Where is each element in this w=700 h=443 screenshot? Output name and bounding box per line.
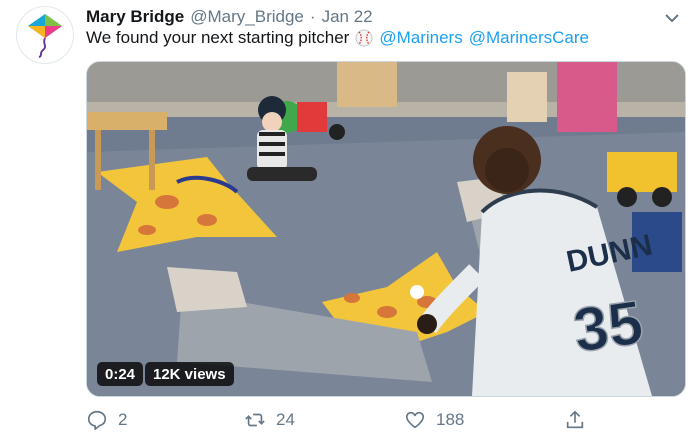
like-button[interactable]: 188 (404, 409, 464, 431)
like-count: 188 (436, 410, 465, 429)
reply-icon (87, 410, 107, 430)
video-player[interactable]: DUNN 35 0:24 12K views (86, 61, 686, 397)
video-frame: DUNN 35 (87, 62, 685, 396)
author-handle[interactable]: @Mary_Bridge (190, 7, 304, 27)
retweet-button[interactable]: 24 (244, 409, 295, 431)
tweet-text: We found your next starting pitcher @Mar… (86, 28, 680, 48)
mention-mariners[interactable]: @Mariners (379, 28, 462, 48)
tweet-header: Mary Bridge @Mary_Bridge · Jan 22 (86, 6, 688, 28)
reply-count: 2 (118, 410, 128, 429)
video-duration: 0:24 (97, 362, 144, 386)
mention-marinerscare[interactable]: @MarinersCare (469, 28, 589, 48)
retweet-count: 24 (276, 410, 295, 429)
video-views: 12K views (145, 362, 234, 386)
baseball-icon (355, 29, 373, 47)
header-separator: · (309, 7, 316, 26)
share-icon (566, 410, 584, 429)
kite-logo-icon (28, 14, 62, 58)
share-button[interactable] (564, 409, 586, 431)
heart-icon (405, 411, 425, 429)
tweet-body: We found your next starting pitcher (86, 28, 350, 47)
jersey-number: 35 (569, 288, 647, 366)
author-name[interactable]: Mary Bridge (86, 7, 184, 27)
avatar[interactable] (16, 6, 74, 64)
chevron-down-icon[interactable] (662, 8, 682, 28)
retweet-icon (245, 413, 265, 427)
tweet-actions: 2 24 188 (86, 405, 606, 435)
reply-button[interactable]: 2 (86, 409, 127, 431)
tweet-date[interactable]: Jan 22 (322, 7, 373, 27)
